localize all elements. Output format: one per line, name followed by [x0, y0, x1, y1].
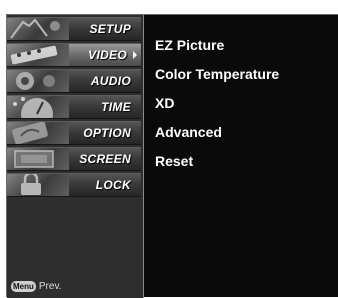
- submenu-item-color-temperature[interactable]: Color Temperature: [155, 64, 279, 93]
- osd-menu: SETUP VIDEO AUDIO TIME OPTION SCREEN LOC…: [6, 14, 338, 298]
- sidebar-item-time[interactable]: TIME: [7, 95, 141, 119]
- sidebar-item-setup[interactable]: SETUP: [7, 17, 141, 41]
- screen-icon: [7, 148, 69, 170]
- audio-icon: [7, 70, 69, 92]
- setup-icon: [7, 18, 69, 40]
- sidebar-item-label: TIME: [101, 100, 131, 114]
- submenu-item-advanced[interactable]: Advanced: [155, 122, 279, 151]
- submenu: EZ Picture Color Temperature XD Advanced…: [155, 35, 279, 180]
- lock-icon: [7, 174, 69, 196]
- submenu-arrow-icon: [133, 51, 137, 59]
- sidebar-item-audio[interactable]: AUDIO: [7, 69, 141, 93]
- sidebar-item-video[interactable]: VIDEO: [7, 43, 141, 67]
- submenu-item-ez-picture[interactable]: EZ Picture: [155, 35, 279, 64]
- video-icon: [7, 44, 69, 66]
- option-icon: [7, 122, 69, 144]
- sidebar-items: SETUP VIDEO AUDIO TIME OPTION SCREEN LOC…: [7, 17, 141, 199]
- submenu-item-xd[interactable]: XD: [155, 93, 279, 122]
- submenu-item-reset[interactable]: Reset: [155, 151, 279, 180]
- menu-hint: Menu Prev.: [11, 281, 62, 292]
- sidebar: SETUP VIDEO AUDIO TIME OPTION SCREEN LOC…: [7, 15, 144, 298]
- menu-key-icon: Menu: [11, 281, 36, 292]
- sidebar-item-label: OPTION: [83, 126, 131, 140]
- sidebar-item-label: SCREEN: [79, 152, 131, 166]
- sidebar-item-label: AUDIO: [90, 74, 131, 88]
- menu-hint-text: Prev.: [38, 281, 62, 292]
- sidebar-item-label: VIDEO: [88, 48, 127, 62]
- sidebar-item-label: LOCK: [95, 178, 131, 192]
- sidebar-item-label: SETUP: [89, 22, 131, 36]
- sidebar-item-option[interactable]: OPTION: [7, 121, 141, 145]
- time-icon: [7, 96, 69, 118]
- sidebar-item-lock[interactable]: LOCK: [7, 173, 141, 197]
- sidebar-item-screen[interactable]: SCREEN: [7, 147, 141, 171]
